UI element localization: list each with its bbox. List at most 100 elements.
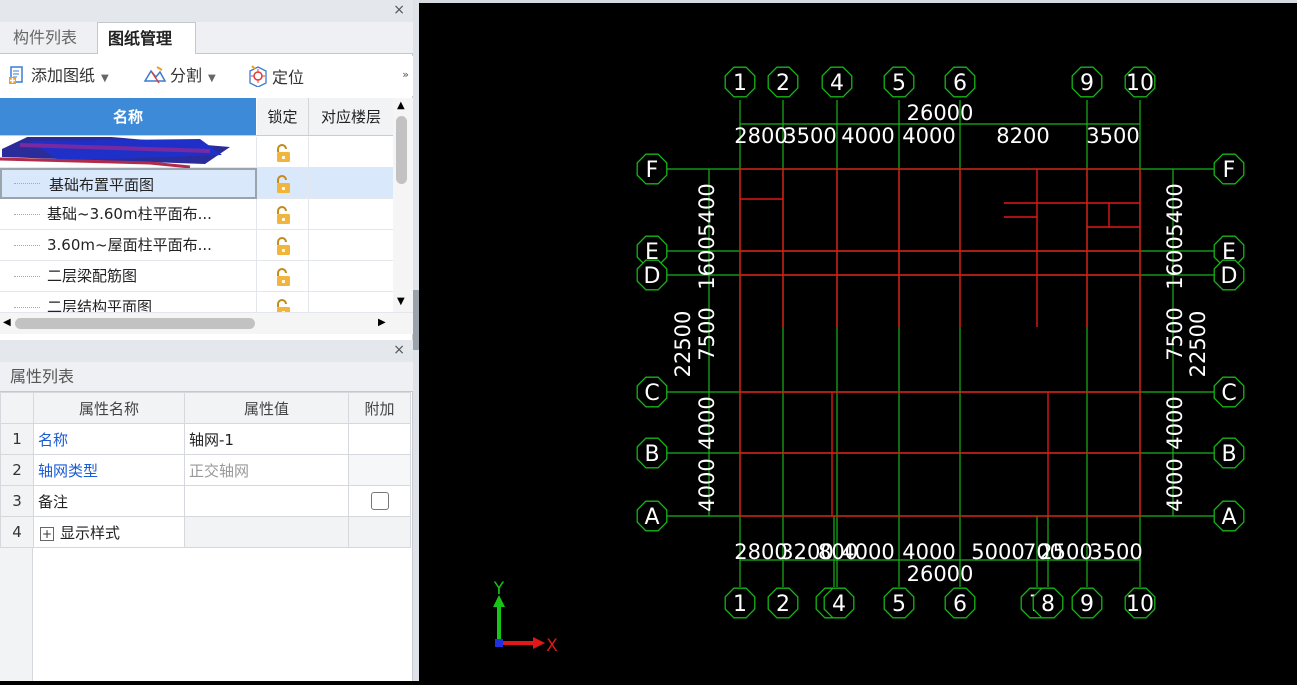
drawing-row[interactable]: 3.60m~屋面柱平面布... xyxy=(0,230,393,261)
component-panel-titlebar: × xyxy=(0,0,413,22)
top-axis-bubble-label: 2 xyxy=(776,71,790,96)
property-table: 属性名称 属性值 附加 1 名称 轴网-1 2 轴网类型 正交轴网 3 备注 4… xyxy=(0,392,411,548)
drawing-row[interactable]: 基础~3.60m柱平面布... xyxy=(0,199,393,230)
svg-text:5400: 5400 xyxy=(1163,183,1187,236)
top-dim: 2800 xyxy=(734,124,787,148)
bottom-total-dim: 26000 xyxy=(907,562,974,586)
property-value: 正交轴网 xyxy=(184,454,349,486)
locate-icon xyxy=(249,65,267,88)
property-row[interactable]: 4 + 显示样式 xyxy=(0,516,411,548)
drawing-row-selected[interactable]: 基础布置平面图 xyxy=(0,168,393,199)
property-row[interactable]: 3 备注 xyxy=(0,485,411,517)
left-axis-bubble-label: D xyxy=(644,264,661,289)
property-value xyxy=(184,516,349,548)
column-header-floor[interactable]: 对应楼层 xyxy=(309,98,393,135)
left-axis-bubble-label: C xyxy=(644,381,659,406)
right-axis-bubble-label: F xyxy=(1223,158,1236,183)
bottom-dim: 3500 xyxy=(1089,540,1142,564)
lock-icon[interactable] xyxy=(257,199,309,230)
tab-component-list[interactable]: 构件列表 xyxy=(3,22,87,54)
bottom-axis-bubble: 6 xyxy=(944,587,976,619)
axis-grid-lines xyxy=(667,100,1214,587)
top-axis-bubble-label: 5 xyxy=(892,71,906,96)
drawing-name: 基础布置平面图 xyxy=(0,168,257,199)
side-dimension-labels: 22500 5400 1600 7500 4000 4000 22500 540… xyxy=(671,183,1210,511)
top-dim: 3500 xyxy=(783,124,836,148)
left-axis-bubble: D xyxy=(636,259,668,291)
property-name-header: 属性名称 xyxy=(33,392,185,424)
property-panel-close-icon[interactable]: × xyxy=(393,342,405,358)
scroll-down-icon[interactable]: ▼ xyxy=(397,296,405,307)
property-extra-header: 附加 xyxy=(348,392,411,424)
scroll-left-icon[interactable]: ◀ xyxy=(3,317,11,328)
bottom-axis-bubble: 1 xyxy=(724,587,756,619)
component-panel-close-icon[interactable]: × xyxy=(393,2,405,18)
drawing-name: 3.60m~屋面柱平面布... xyxy=(0,230,257,261)
drawing-name: 二层结构平面图 xyxy=(0,292,257,312)
add-drawing-button[interactable]: 添加图纸 ▼ xyxy=(8,65,109,87)
column-header-name[interactable]: 名称 xyxy=(0,98,257,135)
ucs-x-label: X xyxy=(546,636,558,656)
locate-button[interactable]: 定位 xyxy=(247,65,304,88)
bottom-axis-bubble: 9 xyxy=(1071,587,1103,619)
property-name: 轴网类型 xyxy=(33,454,185,486)
property-value-input[interactable]: 轴网-1 xyxy=(184,423,349,455)
component-tabs: 构件列表 图纸管理 xyxy=(0,22,413,54)
property-value-input[interactable] xyxy=(184,485,349,517)
hscroll-thumb[interactable] xyxy=(15,318,255,329)
bottom-axis-bubble-label: 8 xyxy=(1041,592,1055,617)
top-axis-bubble: 2 xyxy=(767,66,799,98)
left-axis-bubble-label: F xyxy=(646,158,659,183)
split-button[interactable]: 分割 ▼ xyxy=(143,65,216,87)
top-axis-bubble: 5 xyxy=(883,66,915,98)
tab-drawing-management[interactable]: 图纸管理 xyxy=(97,22,196,54)
property-row[interactable]: 2 轴网类型 正交轴网 xyxy=(0,454,411,486)
left-panel: × 构件列表 图纸管理 添加图纸▼ 分割▼ 定位 » 名称 锁定 对应楼层 xyxy=(0,0,413,681)
drawing-row[interactable]: 二层结构平面图 xyxy=(0,292,393,312)
right-axis-bubble: C xyxy=(1213,376,1245,408)
property-panel-title: 属性列表 xyxy=(0,362,413,392)
drawing-row-redacted[interactable] xyxy=(0,137,393,168)
toolbar-overflow-icon[interactable]: » xyxy=(402,68,409,81)
drawing-list-hscroll[interactable]: ◀ ▶ xyxy=(0,312,413,334)
scroll-right-icon[interactable]: ▶ xyxy=(378,317,386,328)
left-axis-bubble: B xyxy=(636,437,668,469)
bottom-axis-bubble-label: 2 xyxy=(776,592,790,617)
lock-icon[interactable] xyxy=(257,292,309,312)
lock-icon[interactable] xyxy=(257,230,309,261)
right-axis-bubble: B xyxy=(1213,437,1245,469)
property-panel-titlebar: × xyxy=(0,340,413,362)
left-axis-bubble: F xyxy=(636,153,668,185)
lock-icon[interactable] xyxy=(257,261,309,292)
drawing-list-vscroll[interactable]: ▲ ▼ xyxy=(393,98,413,312)
lock-icon[interactable] xyxy=(257,168,309,199)
bottom-axis-bubble: 10 xyxy=(1124,587,1156,619)
add-dropdown-icon: ▼ xyxy=(101,73,109,84)
top-dim: 4000 xyxy=(841,124,894,148)
bottom-axis-bubble: 8 xyxy=(1032,587,1064,619)
bottom-axis-bubble-label: 1 xyxy=(733,592,747,617)
svg-text:22500: 22500 xyxy=(671,311,695,378)
drawing-canvas[interactable]: 26000 2800 3500 4000 4000 8200 3500 2600… xyxy=(419,3,1297,681)
left-axis-bubble: C xyxy=(636,376,668,408)
extra-checkbox[interactable] xyxy=(370,492,389,511)
top-axis-bubble-label: 4 xyxy=(830,71,844,96)
expand-icon[interactable]: + xyxy=(40,526,54,541)
top-axis-bubble: 6 xyxy=(944,66,976,98)
bottom-dim: 4000 xyxy=(841,540,894,564)
right-axis-bubble: A xyxy=(1213,500,1245,532)
property-row[interactable]: 1 名称 轴网-1 xyxy=(0,423,411,455)
lock-icon[interactable] xyxy=(257,137,309,168)
svg-text:1600: 1600 xyxy=(695,236,719,289)
drawing-row[interactable]: 二层梁配筋图 xyxy=(0,261,393,292)
wall-lines xyxy=(739,168,1141,517)
axis-bubbles: 1245691012345678910FFEEDDCCBBAA xyxy=(636,66,1245,619)
top-axis-bubble-label: 1 xyxy=(733,71,747,96)
column-header-lock[interactable]: 锁定 xyxy=(257,98,309,135)
svg-text:5400: 5400 xyxy=(695,183,719,236)
svg-text:4000: 4000 xyxy=(1163,396,1187,449)
bottom-axis-bubble-label: 5 xyxy=(892,592,906,617)
drawing-name: 二层梁配筋图 xyxy=(0,261,257,292)
vscroll-thumb[interactable] xyxy=(396,116,407,184)
scroll-up-icon[interactable]: ▲ xyxy=(397,100,405,111)
